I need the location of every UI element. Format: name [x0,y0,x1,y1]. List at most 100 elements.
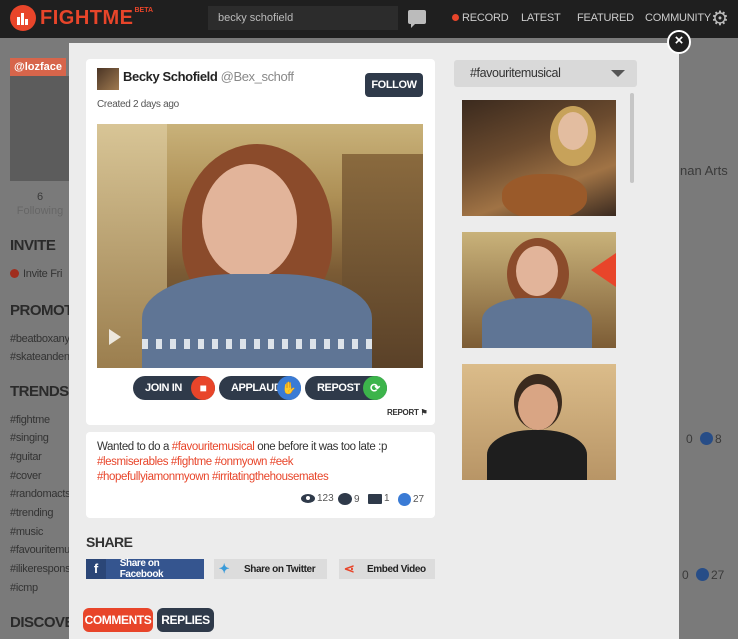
user-name-line: Becky Schofield @Bex_schoff [123,69,294,84]
report-link[interactable]: REPORT ⚑ [387,408,428,417]
trend-item[interactable]: #singing [10,432,49,444]
video-thumbnail[interactable] [462,364,616,480]
created-time: Created 2 days ago [97,99,179,110]
hashtags-line-2[interactable]: #hopefullyiamonmyown #irritatingthehouse… [97,471,329,483]
background-right-count-a-value: 8 [715,432,722,446]
join-in-button[interactable]: JOIN IN ■ [133,376,215,400]
trend-item[interactable]: #music [10,526,43,538]
embed-video-button[interactable]: ⋖ Embed Video [339,559,435,579]
views-stat: 123 [301,493,334,504]
trends-heading: TRENDS [10,383,69,400]
hashtag-dropdown[interactable]: #favouritemusical [454,60,637,87]
flag-icon: ⚑ [420,408,428,417]
play-icon[interactable] [109,329,121,345]
tab-comments[interactable]: COMMENTS [83,608,153,632]
trend-item[interactable]: #cover [10,470,42,482]
facebook-icon: f [86,559,106,579]
beta-badge: BETA [134,7,154,14]
applaud-icon [398,493,411,506]
applauds-stat: 27 [398,493,424,506]
promoted-item[interactable]: #skateandenj [10,351,72,363]
search-input[interactable] [208,6,398,30]
repost-icon: ⟳ [363,376,387,400]
profile-avatar [10,76,70,181]
following-label: Following [16,205,64,217]
close-icon[interactable]: × [667,30,691,54]
logo-text: FIGHTME [40,6,134,29]
nav-featured[interactable]: FEATURED [577,12,634,24]
video-description: Wanted to do a #favouritemusical one bef… [86,432,435,518]
applauds-count: 27 [413,494,425,505]
plus-icon [10,269,19,278]
promoted-item[interactable]: #beatboxanyv [10,333,75,345]
trend-item[interactable]: #ilikerespons [10,563,71,575]
report-label: REPORT [387,408,419,417]
video-player[interactable] [97,124,423,368]
logo[interactable]: FIGHTME BETA [10,5,153,31]
background-right-count-a: 8 [700,432,722,446]
video-camera-icon: ■ [191,376,215,400]
share-twitter-button[interactable]: ✦ Share on Twitter [214,559,327,579]
nav-latest[interactable]: LATEST [521,12,561,24]
applaud-icon [700,432,713,445]
gear-icon[interactable]: ⚙ [711,9,731,29]
repost-button[interactable]: REPOST ⟳ [305,376,387,400]
chat-icon[interactable] [408,10,426,28]
description-text-end: one before it was too late :p [254,441,387,453]
record-dot-icon [452,14,459,21]
applaud-icon: ✋ [277,376,301,400]
trend-item[interactable]: #icmp [10,582,38,594]
applaud-button[interactable]: APPLAUD ✋ [219,376,301,400]
nav-record[interactable]: RECORD [452,12,509,24]
trend-item[interactable]: #trending [10,507,53,519]
comments-stat: 9 [338,493,360,505]
following-count: 6 [36,191,44,203]
follow-button[interactable]: FOLLOW [365,73,423,97]
eye-icon [301,494,315,503]
trend-item[interactable]: #guitar [10,451,42,463]
selected-pointer-icon [591,253,616,287]
share-icon: ⋖ [343,561,355,576]
video-thumbnail[interactable] [462,100,616,216]
trend-item[interactable]: #favouritemu [10,544,70,556]
following-stat: 6 Following [10,190,70,218]
user-avatar[interactable] [97,68,119,90]
video-camera-icon [368,493,382,504]
background-right-count-a-left: 0 [686,432,693,446]
background-right-count-b-left: 0 [682,568,689,582]
join-in-label: JOIN IN [145,382,182,394]
scrollbar[interactable] [630,93,634,183]
invite-link[interactable]: Invite Fri [10,268,62,280]
share-facebook-button[interactable]: f Share on Facebook [86,558,204,580]
trend-item[interactable]: #fightme [10,414,50,426]
video-thumbnail[interactable] [462,232,616,348]
views-count: 123 [317,493,334,504]
background-right-text: nan Arts [680,163,728,178]
background-right-count-b: 27 [696,568,724,582]
nav-community[interactable]: COMMUNITY [645,12,711,24]
video-card: Becky Schofield @Bex_schoff Created 2 da… [86,59,435,425]
comment-icon [338,493,352,505]
joins-count: 1 [384,493,390,504]
background-right-count-b-value: 27 [711,568,725,582]
twitter-icon: ✦ [218,561,230,576]
description-hashtag[interactable]: #favouritemusical [172,441,255,453]
chevron-down-icon [611,70,625,77]
description-text: Wanted to do a [97,441,172,453]
embed-video-label: Embed Video [367,563,426,575]
dropdown-value: #favouritemusical [470,66,561,80]
repost-label: REPOST [317,382,360,394]
logo-icon [10,5,36,31]
share-heading: SHARE [86,534,133,550]
tab-replies[interactable]: REPLIES [157,608,214,632]
hashtags-line-1[interactable]: #lesmiserables #fightme #onmyown #eek [97,456,294,468]
user-handle[interactable]: @Bex_schoff [221,69,294,84]
applaud-label: APPLAUD [231,382,282,394]
top-bar: FIGHTME BETA RECORD LATEST FEATURED COMM… [0,0,738,38]
applaud-icon [696,568,709,581]
invite-heading: INVITE [10,237,56,254]
invite-link-label: Invite Fri [23,268,63,280]
user-name[interactable]: Becky Schofield [123,69,218,84]
trend-item[interactable]: #randomacts [10,488,71,500]
nav-record-label: RECORD [462,12,509,24]
